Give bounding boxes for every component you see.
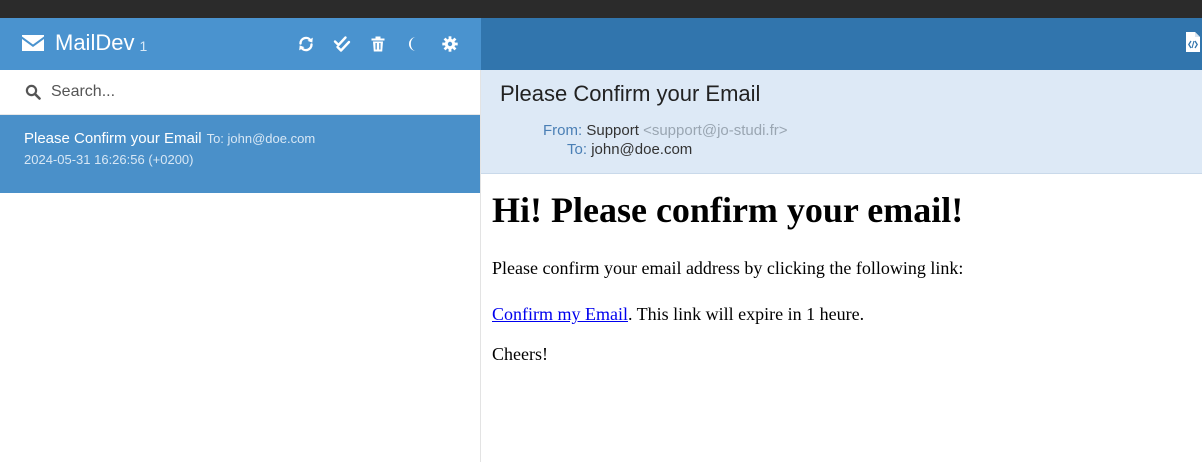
email-view: Please Confirm your Email From: Support … xyxy=(481,18,1202,462)
email-meta: Please Confirm your Email From: Support … xyxy=(481,70,1202,174)
moon-icon xyxy=(409,37,416,51)
email-body: Hi! Please confirm your email! Please co… xyxy=(492,190,1192,365)
brand: MailDev 1 xyxy=(21,29,147,57)
refresh-button[interactable] xyxy=(296,34,316,54)
recipient-address: john@doe.com xyxy=(591,141,693,158)
search-bar xyxy=(0,70,480,115)
list-item-recipient: To: john@doe.com xyxy=(206,131,316,146)
list-item[interactable]: Please Confirm your Email To: john@doe.c… xyxy=(0,115,480,193)
confirm-email-link[interactable]: Confirm my Email xyxy=(492,304,628,324)
search-input[interactable] xyxy=(51,78,451,106)
envelope-icon xyxy=(22,35,44,51)
sender-address: <support@jo-studi.fr> xyxy=(643,122,788,139)
gear-icon xyxy=(442,36,458,52)
list-item-date: 2024-05-31 16:26:56 (+0200) xyxy=(24,152,194,167)
mark-all-read-button[interactable] xyxy=(332,34,352,54)
email-subject: Please Confirm your Email xyxy=(500,81,761,106)
search-icon xyxy=(25,84,41,100)
unread-count: 1 xyxy=(139,38,148,54)
body-paragraph: Please confirm your email address by cli… xyxy=(492,258,964,278)
email-to: To: john@doe.com xyxy=(567,141,693,158)
toolbar xyxy=(296,33,476,55)
refresh-icon xyxy=(299,36,313,52)
body-closing: Cheers! xyxy=(492,344,548,364)
email-toolbar xyxy=(481,18,1202,70)
settings-button[interactable] xyxy=(440,34,460,54)
mark-all-read-icon xyxy=(333,36,351,52)
dark-mode-button[interactable] xyxy=(404,34,424,54)
body-paragraph-link: Confirm my Email. This link will expire … xyxy=(492,304,865,324)
sidebar-header: MailDev 1 xyxy=(0,18,481,70)
sender-name: Support xyxy=(586,122,639,139)
list-item-subject: Please Confirm your Email xyxy=(24,130,202,147)
email-from: From: Support <support@jo-studi.fr> xyxy=(543,122,788,139)
app-title: MailDev xyxy=(55,30,135,55)
top-strip xyxy=(0,0,1202,18)
body-heading: Hi! Please confirm your email! xyxy=(492,190,964,230)
view-source-icon[interactable] xyxy=(1186,32,1200,52)
sidebar: MailDev 1 Search... Please Confirm your … xyxy=(0,18,481,462)
trash-icon xyxy=(371,36,385,52)
delete-all-button[interactable] xyxy=(368,34,388,54)
